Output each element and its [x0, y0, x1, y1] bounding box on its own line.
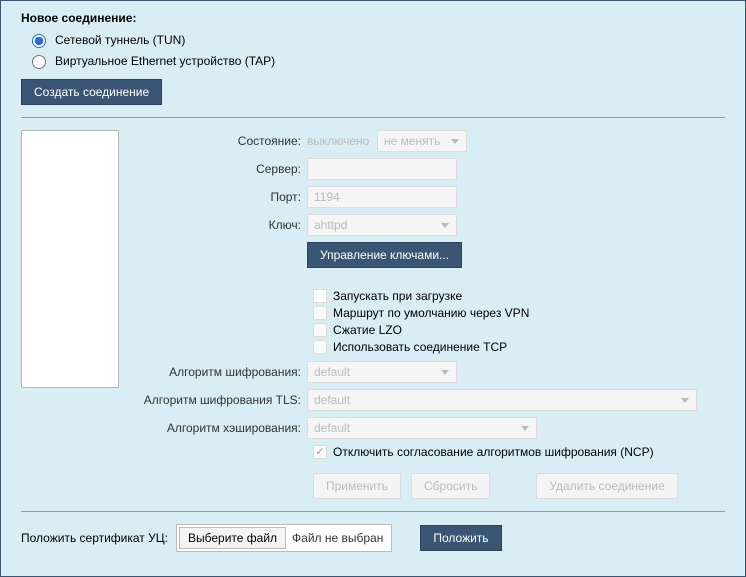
divider	[21, 511, 725, 512]
radio-tap-label: Виртуальное Ethernet устройство (TAP)	[55, 54, 275, 68]
checkbox-route-label: Маршрут по умолчанию через VPN	[333, 306, 529, 320]
hash-label: Алгоритм хэширования:	[139, 421, 307, 435]
key-select[interactable]	[307, 214, 457, 236]
radio-tun-label: Сетевой туннель (TUN)	[55, 33, 185, 47]
checkbox-lzo-label: Сжатие LZO	[333, 323, 402, 337]
radio-tap[interactable]: Виртуальное Ethernet устройство (TAP)	[27, 52, 725, 69]
apply-button[interactable]: Применить	[313, 473, 401, 499]
checkbox-boot[interactable]	[313, 289, 327, 303]
cipher-label: Алгоритм шифрования:	[139, 365, 307, 379]
upload-cert-label: Положить сертификат УЦ:	[21, 531, 168, 545]
tls-select[interactable]	[307, 389, 697, 411]
checkbox-tcp[interactable]	[313, 340, 327, 354]
radio-tap-input[interactable]	[32, 55, 46, 69]
checkbox-ncp-label: Отключить согласование алгоритмов шифров…	[333, 445, 654, 459]
radio-tun[interactable]: Сетевой туннель (TUN)	[27, 31, 725, 48]
state-value: выключено	[307, 134, 371, 148]
divider	[21, 117, 725, 118]
server-input[interactable]	[307, 158, 457, 180]
checkbox-route[interactable]	[313, 306, 327, 320]
file-status: Файл не выбран	[292, 531, 389, 545]
checkbox-lzo[interactable]	[313, 323, 327, 337]
connection-form: Состояние: выключено Сервер: Порт:	[139, 130, 725, 499]
delete-connection-button[interactable]: Удалить соединение	[536, 473, 677, 499]
file-input-widget[interactable]: Выберите файл Файл не выбран	[176, 524, 392, 552]
manage-keys-button[interactable]: Управление ключами...	[307, 242, 462, 268]
tls-label: Алгоритм шифрования TLS:	[139, 393, 307, 407]
reset-button[interactable]: Сбросить	[411, 473, 490, 499]
hash-select[interactable]	[307, 417, 537, 439]
state-label: Состояние:	[139, 134, 307, 148]
key-label: Ключ:	[139, 218, 307, 232]
radio-tun-input[interactable]	[32, 34, 46, 48]
state-select[interactable]	[377, 130, 467, 152]
choose-file-button[interactable]: Выберите файл	[179, 527, 286, 549]
section-title: Новое соединение:	[21, 11, 725, 25]
port-input[interactable]	[307, 186, 457, 208]
upload-button[interactable]: Положить	[420, 525, 501, 551]
create-connection-button[interactable]: Создать соединение	[21, 79, 162, 105]
connections-listbox[interactable]	[21, 130, 119, 388]
checkbox-ncp[interactable]	[313, 445, 327, 459]
cipher-select[interactable]	[307, 361, 457, 383]
server-label: Сервер:	[139, 162, 307, 176]
port-label: Порт:	[139, 190, 307, 204]
checkbox-boot-label: Запускать при загрузке	[333, 289, 462, 303]
checkbox-tcp-label: Использовать соединение TCP	[333, 340, 507, 354]
